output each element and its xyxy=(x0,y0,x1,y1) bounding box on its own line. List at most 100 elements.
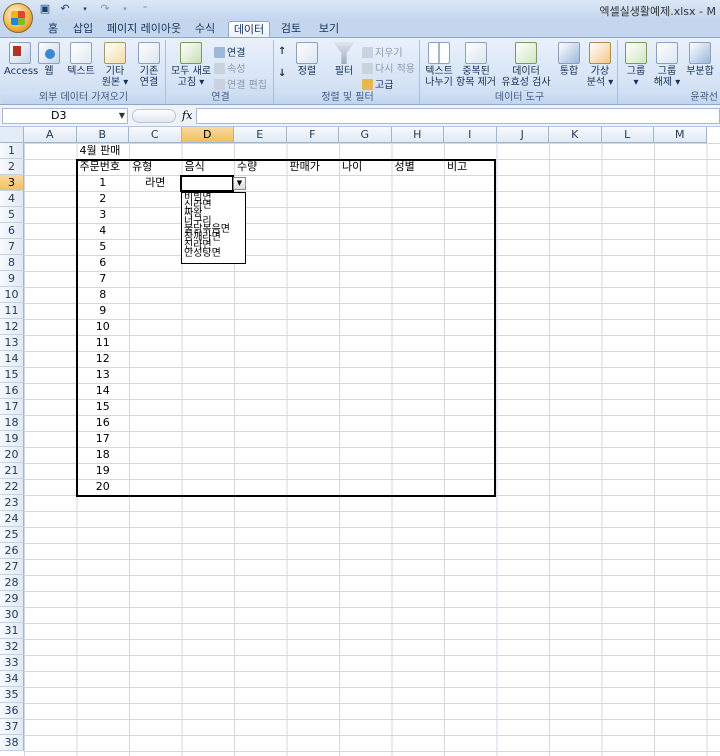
row-header-37[interactable]: 37 xyxy=(0,719,24,735)
dropdown-arrow-button[interactable]: ▼ xyxy=(233,177,246,190)
group-button[interactable]: 그룹 ▾ xyxy=(622,42,650,88)
column-header-c[interactable]: C xyxy=(129,127,182,143)
row-header-19[interactable]: 19 xyxy=(0,431,24,447)
row-header-14[interactable]: 14 xyxy=(0,351,24,367)
row-header-29[interactable]: 29 xyxy=(0,591,24,607)
row-header-33[interactable]: 33 xyxy=(0,655,24,671)
filter-button[interactable]: 필터 xyxy=(330,42,358,77)
column-header-f[interactable]: F xyxy=(286,127,339,143)
row-header-11[interactable]: 11 xyxy=(0,303,24,319)
row-header-30[interactable]: 30 xyxy=(0,607,24,623)
row-header-27[interactable]: 27 xyxy=(0,559,24,575)
row-header-17[interactable]: 17 xyxy=(0,399,24,415)
insert-function-button[interactable]: fx xyxy=(182,109,192,122)
dropdown-arrow-icon[interactable]: ▾ xyxy=(118,2,132,16)
sort-button[interactable]: 정렬 xyxy=(292,42,322,77)
row-header-36[interactable]: 36 xyxy=(0,703,24,719)
column-header-j[interactable]: J xyxy=(496,127,549,143)
refresh-all-button[interactable]: 모두 새로 고침 ▾ xyxy=(170,42,212,88)
dropdown-item[interactable]: 안성탕면 xyxy=(184,249,243,259)
remove-duplicates-button[interactable]: 중복된 항목 제거 xyxy=(456,42,496,88)
row-header-35[interactable]: 35 xyxy=(0,687,24,703)
row-header-18[interactable]: 18 xyxy=(0,415,24,431)
undo-icon[interactable]: ↶ xyxy=(58,2,72,16)
tab-home[interactable]: 홈 xyxy=(40,21,66,38)
row-header-2[interactable]: 2 xyxy=(0,159,24,175)
connections-button[interactable]: 연결 xyxy=(214,44,245,59)
name-box[interactable]: D3 ▼ xyxy=(2,108,128,124)
text-import-button[interactable]: 텍스트 xyxy=(64,42,98,77)
row-header-22[interactable]: 22 xyxy=(0,479,24,495)
tab-data[interactable]: 데이터 xyxy=(228,21,270,38)
tab-review[interactable]: 검토 xyxy=(276,21,306,38)
sheet-title-cell[interactable]: 4월 판매 xyxy=(80,143,133,159)
row-header-31[interactable]: 31 xyxy=(0,623,24,639)
column-header-m[interactable]: M xyxy=(654,127,707,143)
tab-page-layout[interactable]: 페이지 레이아웃 xyxy=(106,21,182,38)
chevron-down-icon[interactable]: ▼ xyxy=(119,109,125,123)
row-header-26[interactable]: 26 xyxy=(0,543,24,559)
access-button[interactable]: Access xyxy=(4,42,38,77)
row-header-5[interactable]: 5 xyxy=(0,207,24,223)
row-header-10[interactable]: 10 xyxy=(0,287,24,303)
formula-input[interactable] xyxy=(196,108,720,124)
ungroup-button[interactable]: 그룹 해제 ▾ xyxy=(652,42,682,88)
tab-formulas[interactable]: 수식 xyxy=(190,21,220,38)
select-all-corner[interactable] xyxy=(0,127,24,143)
row-header-34[interactable]: 34 xyxy=(0,671,24,687)
tab-insert[interactable]: 삽입 xyxy=(68,21,98,38)
row-header-6[interactable]: 6 xyxy=(0,223,24,239)
row-header-1[interactable]: 1 xyxy=(0,143,24,159)
customize-qat-icon[interactable]: ⁼ xyxy=(138,2,152,16)
reapply-button[interactable]: 다시 적용 xyxy=(362,60,415,75)
row-header-24[interactable]: 24 xyxy=(0,511,24,527)
row-header-13[interactable]: 13 xyxy=(0,335,24,351)
column-header-b[interactable]: B xyxy=(76,127,129,143)
clear-filter-button[interactable]: 지우기 xyxy=(362,44,403,59)
properties-button[interactable]: 속성 xyxy=(214,60,245,75)
row-header-3[interactable]: 3 xyxy=(0,175,24,191)
row-header-20[interactable]: 20 xyxy=(0,447,24,463)
row-header-7[interactable]: 7 xyxy=(0,239,24,255)
tab-view[interactable]: 보기 xyxy=(314,21,344,38)
column-header-h[interactable]: H xyxy=(391,127,444,143)
sort-asc-button[interactable]: ↑ xyxy=(278,46,286,57)
web-button[interactable]: 웹 xyxy=(38,42,60,77)
sort-desc-button[interactable]: ↓ xyxy=(278,68,286,79)
row-header-23[interactable]: 23 xyxy=(0,495,24,511)
existing-connections-button[interactable]: 기존 연결 xyxy=(134,42,164,88)
row-header-32[interactable]: 32 xyxy=(0,639,24,655)
row-header-4[interactable]: 4 xyxy=(0,191,24,207)
active-cell-d3[interactable] xyxy=(180,175,234,192)
advanced-filter-button[interactable]: 고급 xyxy=(362,76,393,91)
column-header-i[interactable]: I xyxy=(444,127,497,143)
worksheet-grid[interactable]: ABCDEFGHIJKLM 1 2 3 4 5 6 7 8 9 10 11 12 13 14 15 16 17 1… xyxy=(0,127,720,756)
text-to-columns-button[interactable]: 텍스트 나누기 xyxy=(424,42,454,88)
row-header-16[interactable]: 16 xyxy=(0,383,24,399)
dropdown-arrow-icon[interactable]: ▾ xyxy=(78,2,92,16)
row-header-38[interactable]: 38 xyxy=(0,735,24,751)
column-header-g[interactable]: G xyxy=(339,127,392,143)
save-icon[interactable]: ▣ xyxy=(38,2,52,16)
column-header-l[interactable]: L xyxy=(601,127,654,143)
row-header-9[interactable]: 9 xyxy=(0,271,24,287)
row-header-25[interactable]: 25 xyxy=(0,527,24,543)
row-header-15[interactable]: 15 xyxy=(0,367,24,383)
column-header-d[interactable]: D xyxy=(181,127,234,143)
row-header-12[interactable]: 12 xyxy=(0,319,24,335)
row-header-28[interactable]: 28 xyxy=(0,575,24,591)
column-header-k[interactable]: K xyxy=(549,127,602,143)
edit-links-button[interactable]: 연결 편집 xyxy=(214,76,267,91)
subtotal-button[interactable]: 부분합 xyxy=(684,42,716,77)
office-button[interactable] xyxy=(3,3,33,33)
what-if-analysis-button[interactable]: 가상 분석 ▾ xyxy=(584,42,616,88)
row-header-8[interactable]: 8 xyxy=(0,255,24,271)
column-header-e[interactable]: E xyxy=(234,127,287,143)
redo-icon[interactable]: ↷ xyxy=(98,2,112,16)
validation-dropdown-list[interactable]: 비빔면 신라면 짜왕 너구리 불닭볶음면 참깨라면 진라면 안성탕면 xyxy=(181,192,246,264)
row-header-21[interactable]: 21 xyxy=(0,463,24,479)
column-header-a[interactable]: A xyxy=(24,127,77,143)
other-sources-button[interactable]: 기타 원본 ▾ xyxy=(100,42,130,88)
formula-cancel-enter-buttons[interactable] xyxy=(132,109,176,123)
consolidate-button[interactable]: 통합 xyxy=(556,42,582,77)
